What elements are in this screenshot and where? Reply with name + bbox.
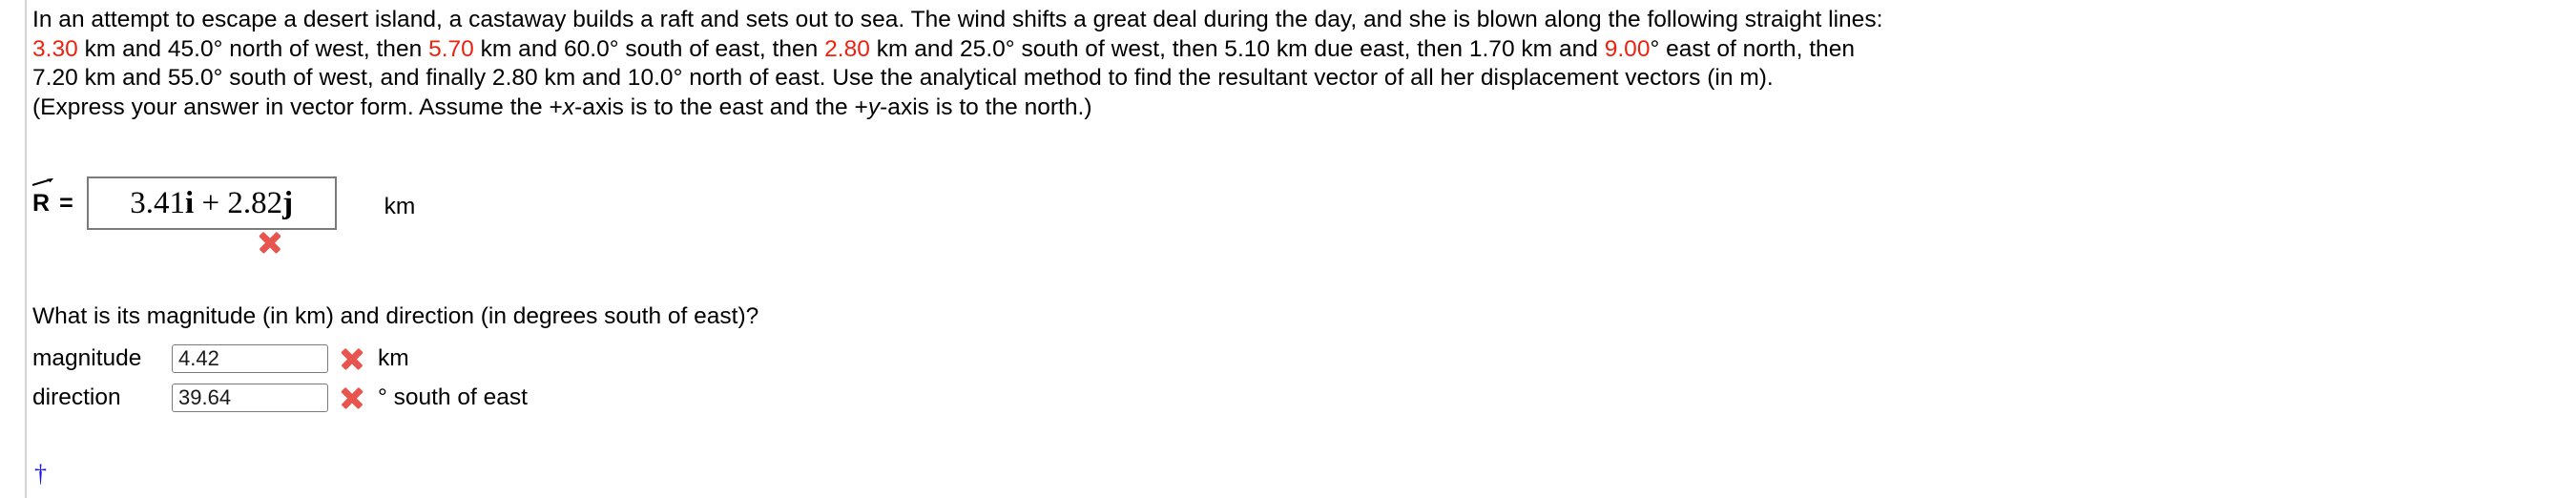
problem-statement: In an attempt to escape a desert island,… xyxy=(32,0,2561,122)
vector-answer-unit: km xyxy=(384,194,416,219)
vector-component-number: 2.82 xyxy=(227,185,283,220)
vector-symbol-R: R xyxy=(31,178,53,217)
problem-page: In an attempt to escape a desert island,… xyxy=(0,0,2576,498)
problem-text-run: -axis is to the east and the + xyxy=(574,93,868,120)
answer-field-row: direction ° south of east xyxy=(32,381,528,415)
magnitude-unit: km xyxy=(378,345,409,371)
axis-variable: x xyxy=(562,93,575,120)
left-margin-rule xyxy=(25,0,27,498)
problem-text-run: -axis is to the north.) xyxy=(880,93,1092,120)
direction-input[interactable] xyxy=(172,384,328,412)
axis-variable: y xyxy=(867,93,881,120)
vector-arrow-icon xyxy=(31,178,53,186)
problem-text-run: ° east of north, then xyxy=(1650,35,1855,62)
answer-fields: magnitude km direction ° south of east xyxy=(32,342,528,420)
vector-answer-value: 3.41i + 2.82j xyxy=(130,185,294,220)
field-label-magnitude: magnitude xyxy=(32,345,142,371)
red-x-icon xyxy=(340,385,364,410)
highlighted-value: 5.70 xyxy=(428,35,474,62)
vector-answer-label: R = xyxy=(31,176,73,217)
problem-text-run: 7.20 km and 55.0° south of west, and fin… xyxy=(32,65,1774,91)
magnitude-input[interactable] xyxy=(172,344,328,373)
problem-text-run: km and 60.0° south of east, then xyxy=(473,35,825,62)
vector-answer-input[interactable]: 3.41i + 2.82j xyxy=(86,176,337,230)
vector-answer-status-badge xyxy=(258,230,282,259)
problem-text-run: km and 45.0° north of west, then xyxy=(77,35,429,62)
problem-text-run: km and 25.0° south of west, then 5.10 km… xyxy=(869,35,1605,62)
problem-line: In an attempt to escape a desert island,… xyxy=(32,6,2561,35)
problem-line: (Express your answer in vector form. Ass… xyxy=(32,93,2561,123)
vector-symbol-letter: R xyxy=(32,190,51,217)
highlighted-value: 2.80 xyxy=(824,35,870,62)
unit-vector-symbol: j xyxy=(282,185,294,220)
vector-component-number: 3.41 xyxy=(130,185,186,220)
problem-text-run: (Express your answer in vector form. Ass… xyxy=(32,93,563,120)
page-content: In an attempt to escape a desert island,… xyxy=(32,0,2561,122)
vector-equals-sign: = xyxy=(59,190,73,217)
vector-component-number: + xyxy=(194,185,228,220)
highlighted-value: 3.30 xyxy=(32,35,78,62)
problem-line: 7.20 km and 55.0° south of west, and fin… xyxy=(32,64,2561,93)
problem-line: 3.30 km and 45.0° north of west, then 5.… xyxy=(32,35,2561,65)
field-label-direction: direction xyxy=(32,384,121,410)
footnote-dagger-icon[interactable]: † xyxy=(34,462,47,487)
vector-answer-row: R = 3.41i + 2.82j km xyxy=(31,176,416,254)
red-x-icon xyxy=(258,230,282,255)
highlighted-value: 9.00 xyxy=(1604,35,1651,62)
red-x-icon xyxy=(340,346,364,371)
sub-question-text: What is its magnitude (in km) and direct… xyxy=(32,303,759,329)
direction-unit: ° south of east xyxy=(378,384,528,410)
unit-vector-symbol: i xyxy=(185,185,195,220)
problem-text-run: In an attempt to escape a desert island,… xyxy=(32,7,1883,32)
answer-field-row: magnitude km xyxy=(32,342,528,376)
